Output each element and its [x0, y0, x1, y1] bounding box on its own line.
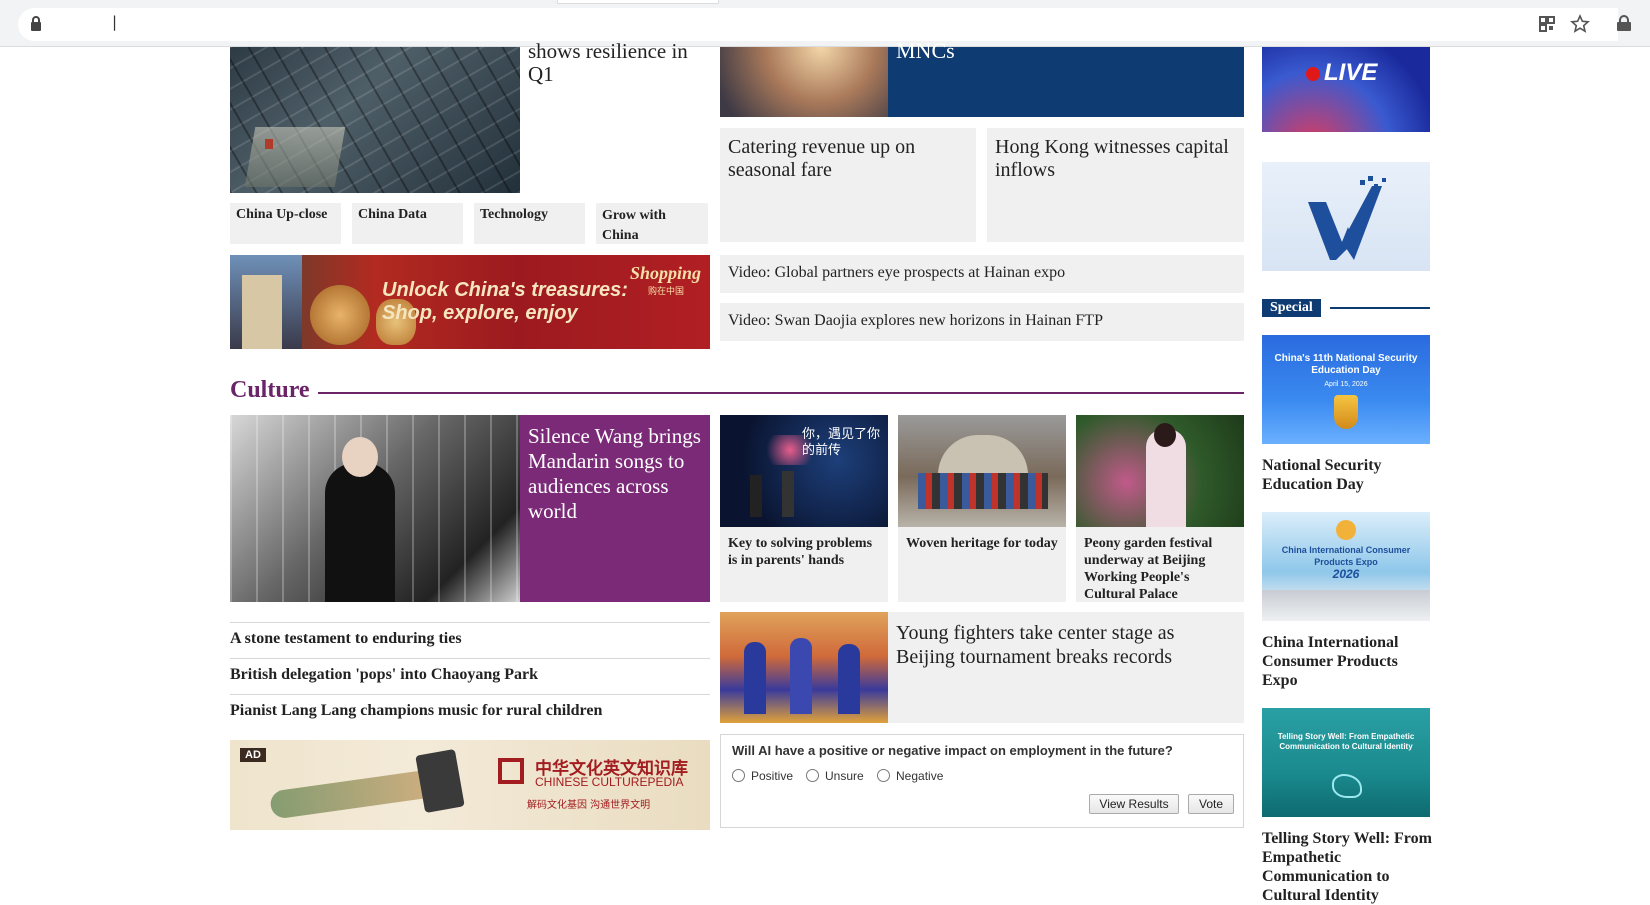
weaving-image[interactable]: [898, 415, 1066, 527]
special-item-title[interactable]: China International Consumer Products Ex…: [1262, 633, 1432, 690]
stage-image[interactable]: 你，遇见了你的前传: [720, 415, 888, 527]
wide-news-box[interactable]: Young fighters take center stage as Beij…: [888, 612, 1244, 723]
telling-story-banner[interactable]: Telling Story Well: From Empathetic Comm…: [1262, 708, 1430, 817]
radio-button[interactable]: [806, 769, 819, 782]
expo-logo-icon: [1336, 520, 1356, 540]
banner-brand-cn: 购在中国: [648, 287, 685, 297]
poll-option-negative[interactable]: Negative: [877, 769, 943, 783]
v-logo-icon: [1308, 176, 1386, 260]
consumer-expo-banner[interactable]: China International Consumer Products Ex…: [1262, 512, 1430, 621]
culturepedia-logo-icon: [498, 758, 524, 784]
category-link[interactable]: China Up-close: [230, 203, 341, 244]
solar-panel-image[interactable]: [230, 47, 520, 193]
singer-image[interactable]: [230, 415, 520, 602]
live-label: LIVE: [1324, 59, 1378, 86]
shopping-banner[interactable]: Unlock China's treasures: Shop, explore,…: [230, 255, 710, 349]
feature-box[interactable]: MNCs: [888, 38, 1244, 117]
category-link[interactable]: China Data: [352, 203, 463, 244]
profile-icon[interactable]: [1614, 14, 1634, 34]
section-title-culture[interactable]: Culture: [230, 377, 310, 404]
special-label[interactable]: Special: [1262, 299, 1321, 317]
address-bar[interactable]: [18, 8, 1618, 41]
list-item[interactable]: A stone testament to enduring ties: [230, 630, 710, 648]
browser-toolbar: |: [0, 0, 1650, 47]
poll-option-unsure[interactable]: Unsure: [806, 769, 864, 783]
list-divider: [230, 694, 710, 695]
list-divider: [230, 622, 710, 623]
video-link[interactable]: Video: Swan Daojia explores new horizons…: [720, 303, 1244, 341]
category-link[interactable]: Grow with China: [596, 203, 708, 244]
news-tile[interactable]: Hong Kong witnesses capital inflows: [987, 128, 1244, 242]
category-link[interactable]: Technology: [474, 203, 585, 244]
lock-icon[interactable]: [29, 15, 43, 32]
poll-box: Will AI have a positive or negative impa…: [720, 734, 1244, 828]
thumb-caption[interactable]: Key to solving problems is in parents' h…: [720, 527, 888, 602]
list-divider: [230, 658, 710, 659]
martial-arts-image[interactable]: [720, 612, 888, 723]
ad-cn-sub: 解码文化基因 沟通世界文明: [527, 800, 651, 811]
poll-question: Will AI have a positive or negative impa…: [732, 743, 1173, 758]
video-link[interactable]: Video: Global partners eye prospects at …: [720, 255, 1244, 293]
vote-button[interactable]: Vote: [1188, 794, 1234, 814]
peony-image[interactable]: [1076, 415, 1244, 527]
security-day-banner[interactable]: China's 11th National Security Education…: [1262, 335, 1430, 444]
thumb-caption[interactable]: Woven heritage for today: [898, 527, 1066, 602]
v-logo-banner[interactable]: [1262, 162, 1430, 271]
horse-icon: [1332, 774, 1362, 798]
live-dot-icon: [1306, 67, 1320, 81]
city-aerial-image[interactable]: [720, 47, 888, 117]
star-icon[interactable]: [1570, 14, 1590, 34]
ad-badge: AD: [240, 748, 266, 762]
special-item-title[interactable]: National Security Education Day: [1262, 456, 1432, 494]
stage-image-text: 你，遇见了你的前传: [802, 427, 881, 458]
shield-icon: [1334, 395, 1358, 429]
special-item-title[interactable]: Telling Story Well: From Empathetic Comm…: [1262, 829, 1432, 905]
list-item[interactable]: Pianist Lang Lang champions music for ru…: [230, 702, 710, 720]
thumb-caption[interactable]: Peony garden festival underway at Beijin…: [1076, 527, 1244, 602]
radio-button[interactable]: [877, 769, 890, 782]
culturepedia-ad[interactable]: AD 中华文化英文知识库 CHINESE CULTUREPEDIA 解码文化基因…: [230, 740, 710, 830]
news-tile[interactable]: Catering revenue up on seasonal fare: [720, 128, 976, 242]
banner-text: Unlock China's treasures: Shop, explore,…: [382, 279, 628, 324]
ad-en-title: CHINESE CULTUREPEDIA: [535, 775, 684, 789]
text-cursor: |: [112, 13, 118, 31]
feature-headline[interactable]: shows resilience in Q1: [528, 40, 708, 86]
special-divider: [1330, 307, 1430, 309]
feature-box-title[interactable]: MNCs: [896, 38, 955, 63]
list-item[interactable]: British delegation 'pops' into Chaoyang …: [230, 666, 710, 684]
poll-option-positive[interactable]: Positive: [732, 769, 793, 783]
feature-box-culture[interactable]: Silence Wang brings Mandarin songs to au…: [520, 415, 710, 602]
radio-button[interactable]: [732, 769, 745, 782]
view-results-button[interactable]: View Results: [1089, 794, 1179, 814]
qr-icon[interactable]: [1537, 14, 1557, 34]
active-tab[interactable]: [557, 0, 719, 4]
banner-brand: Shopping: [630, 263, 702, 283]
section-divider: [318, 392, 1244, 394]
live-banner[interactable]: LIVE: [1262, 47, 1430, 132]
